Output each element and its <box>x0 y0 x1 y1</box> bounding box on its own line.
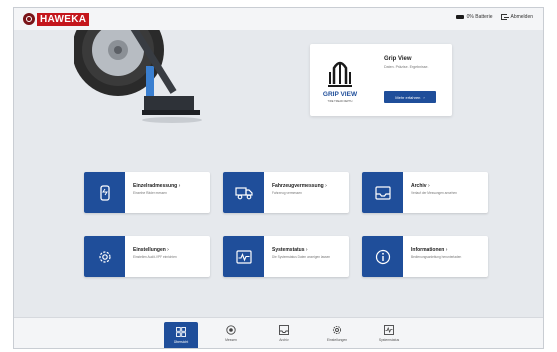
nav-label: Systemstatus <box>378 338 400 342</box>
tile-settings[interactable]: Einstellungen › Einstellen Audit-VPF ein… <box>84 236 210 277</box>
app-window: HAWEKA 0% Batterie Abmelden GRIP VIEW TI… <box>13 7 544 349</box>
learn-more-label: Mehr erfahren <box>395 94 421 100</box>
chevron-right-icon: › <box>325 183 327 189</box>
logout-button[interactable]: Abmelden <box>501 14 533 20</box>
grid-icon <box>176 327 186 337</box>
nav-archive[interactable]: Archiv <box>267 318 301 348</box>
tile-description: Die Systemstatus Daten anzeigen lassen <box>272 255 331 259</box>
logo-wordmark: HAWEKA <box>37 12 90 26</box>
chevron-right-icon: › <box>167 247 169 253</box>
top-bar: HAWEKA 0% Batterie Abmelden <box>14 8 543 30</box>
tile-information[interactable]: Informationen › Bedienungsanleitung heru… <box>362 236 488 277</box>
tile-description: Bedienungsanleitung herunterladen <box>411 255 462 259</box>
grip-view-logo-tagline: TIRE TREAD DEPTH <box>328 99 353 103</box>
nav-label: Messen <box>225 338 237 342</box>
tile-title: Einstellungen › <box>133 247 169 253</box>
tile-title: Systemstatus › <box>272 247 308 253</box>
tile-title: Einzelradmessung › <box>133 183 181 189</box>
bottom-navigation: Übersicht Messen Archiv Einstellungen Sy… <box>14 317 543 348</box>
chevron-right-icon: › <box>445 247 448 253</box>
nav-measure[interactable]: Messen <box>214 318 248 348</box>
nav-settings[interactable]: Einstellungen <box>320 318 354 348</box>
nav-system-status[interactable]: Systemstatus <box>372 318 406 348</box>
truck-icon <box>223 172 264 213</box>
promo-title: Grip View <box>384 56 412 62</box>
chevron-right-icon: › <box>423 94 425 100</box>
status-icon <box>384 325 394 335</box>
tire-icon <box>226 325 236 335</box>
chevron-right-icon: › <box>427 183 430 189</box>
nav-label: Einstellungen <box>326 338 348 342</box>
tile-title: Informationen › <box>411 247 448 253</box>
tile-title: Fahrzeugvermessung › <box>272 183 327 189</box>
gear-icon <box>332 325 342 335</box>
tile-description: Einstellen Audit-VPF einrichten <box>133 255 177 259</box>
chevron-right-icon: › <box>178 183 181 189</box>
gear-icon <box>84 236 125 277</box>
battery-icon <box>455 15 464 19</box>
grip-view-logo: GRIP VIEW TIRE TREAD DEPTH <box>323 61 358 103</box>
header-actions: 0% Batterie Abmelden <box>447 14 533 20</box>
battery-label: 0% Batterie <box>466 14 493 20</box>
archive-icon <box>362 172 403 213</box>
chevron-right-icon: › <box>305 247 308 253</box>
tile-vehicle-measurement[interactable]: Fahrzeugvermessung › Fahrzeug vermessen <box>223 172 349 213</box>
promo-subtitle: Daten. Präzise. Ergebnisse. <box>384 65 429 69</box>
logout-label: Abmelden <box>510 14 533 20</box>
battery-status: 0% Batterie <box>455 14 493 20</box>
inbox-icon <box>279 325 289 335</box>
tile-single-wheel-measurement[interactable]: Einzelradmessung › Einzelne Räder messen <box>84 172 210 213</box>
grip-view-logo-text: GRIP VIEW <box>323 91 358 98</box>
tile-system-status[interactable]: Systemstatus › Die Systemstatus Daten an… <box>223 236 349 277</box>
tile-description: Verlauf der Messungen ansehen <box>411 191 457 195</box>
learn-more-button[interactable]: Mehr erfahren › <box>384 91 436 103</box>
tile-title: Archiv › <box>411 183 430 189</box>
nav-label: Übersicht <box>173 340 189 344</box>
wheel-measure-icon <box>84 172 125 213</box>
logout-icon <box>501 14 510 20</box>
grip-view-promo-card: GRIP VIEW TIRE TREAD DEPTH Grip View Dat… <box>310 44 452 116</box>
tile-description: Einzelne Räder messen <box>133 191 167 195</box>
info-icon <box>362 236 403 277</box>
hero-wheel-image <box>74 30 202 123</box>
haweka-logo[interactable]: HAWEKA <box>23 12 90 26</box>
logo-wheel-icon <box>23 13 35 25</box>
tile-description: Fahrzeug vermessen <box>272 191 302 195</box>
system-status-icon <box>223 236 264 277</box>
nav-label: Archiv <box>279 338 289 342</box>
nav-overview[interactable]: Übersicht <box>164 322 198 348</box>
tile-archive[interactable]: Archiv › Verlauf der Messungen ansehen <box>362 172 488 213</box>
